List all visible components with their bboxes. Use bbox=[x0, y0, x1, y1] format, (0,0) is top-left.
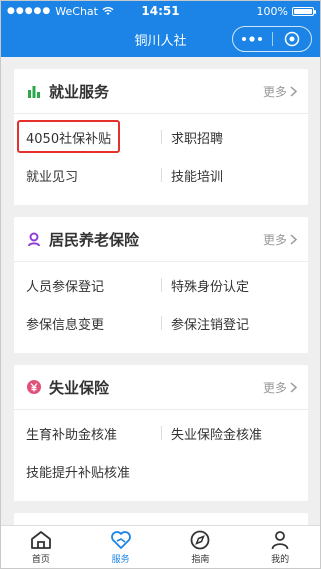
miniprogram-capsule bbox=[232, 26, 312, 52]
service-grid: 生育补助金核准 失业保险金核准 技能提升补贴核准 bbox=[14, 410, 308, 494]
status-bar: ●●●●● WeChat 14:51 100% bbox=[1, 1, 320, 21]
close-miniprogram-button[interactable] bbox=[273, 27, 312, 51]
signal-dots-icon: ●●●●● bbox=[7, 6, 52, 16]
nav-bar: 铜川人社 bbox=[1, 21, 320, 57]
yen-coin-icon bbox=[25, 378, 43, 396]
service-maternity-subsidy[interactable]: 生育补助金核准 bbox=[14, 414, 161, 452]
home-icon bbox=[30, 530, 51, 549]
more-options-button[interactable] bbox=[233, 27, 272, 51]
tab-service[interactable]: 服务 bbox=[81, 526, 161, 568]
carrier-name: WeChat bbox=[55, 4, 98, 18]
section-unemployment-insurance: 失业保险 更多 生育补助金核准 失业保险金核准 技能提升补贴核准 bbox=[14, 365, 308, 501]
app-frame: ●●●●● WeChat 14:51 100% 铜川人社 就业服务 更多 405… bbox=[0, 0, 321, 569]
tab-bar: 首页 服务 指南 我的 bbox=[1, 525, 320, 568]
section-title: 居民养老保险 bbox=[49, 230, 140, 249]
chevron-right-icon bbox=[290, 381, 297, 393]
more-label: 更多 bbox=[262, 84, 287, 99]
status-time: 14:51 bbox=[141, 4, 180, 18]
service-internship[interactable]: 就业见习 bbox=[14, 156, 161, 194]
wifi-icon bbox=[102, 7, 114, 15]
tab-label: 我的 bbox=[271, 554, 290, 565]
battery-icon bbox=[292, 6, 316, 16]
more-label: 更多 bbox=[262, 380, 287, 395]
page-title: 铜川人社 bbox=[134, 33, 187, 49]
person-icon bbox=[25, 230, 43, 248]
section-title: 就业服务 bbox=[49, 82, 110, 101]
section-title: 失业保险 bbox=[49, 378, 110, 397]
tab-label: 首页 bbox=[31, 554, 50, 565]
chevron-right-icon bbox=[290, 233, 297, 245]
bar-chart-icon bbox=[25, 82, 43, 100]
service-job-recruitment[interactable]: 求职招聘 bbox=[161, 118, 308, 156]
section-header: 失业保险 更多 bbox=[14, 365, 308, 410]
service-unemployment-benefit[interactable]: 失业保险金核准 bbox=[161, 414, 308, 452]
service-skill-upgrade-subsidy[interactable]: 技能提升补贴核准 bbox=[14, 452, 161, 490]
service-grid: 人员参保登记 特殊身份认定 参保信息变更 参保注销登记 bbox=[14, 262, 308, 346]
service-info-change[interactable]: 参保信息变更 bbox=[14, 304, 161, 342]
tab-mine[interactable]: 我的 bbox=[240, 526, 320, 568]
main-content[interactable]: 就业服务 更多 4050社保补贴 求职招聘 就业见习 技能培训 居民养老保险 更… bbox=[1, 57, 320, 527]
tab-guide[interactable]: 指南 bbox=[161, 526, 241, 568]
more-dots-icon bbox=[242, 36, 263, 42]
more-link[interactable]: 更多 bbox=[263, 231, 297, 248]
service-enrollment-registration[interactable]: 人员参保登记 bbox=[14, 266, 161, 304]
section-header: 就业服务 更多 bbox=[14, 69, 308, 114]
user-icon bbox=[271, 530, 289, 549]
chevron-right-icon bbox=[290, 85, 297, 97]
heart-hand-icon bbox=[110, 530, 131, 549]
tab-home[interactable]: 首页 bbox=[1, 526, 81, 568]
compass-icon bbox=[190, 530, 210, 549]
service-special-identity[interactable]: 特殊身份认定 bbox=[161, 266, 308, 304]
more-link[interactable]: 更多 bbox=[263, 379, 297, 396]
service-grid: 4050社保补贴 求职招聘 就业见习 技能培训 bbox=[14, 114, 308, 198]
battery-percent: 100% bbox=[256, 4, 288, 18]
service-4050-subsidy[interactable]: 4050社保补贴 bbox=[14, 118, 161, 156]
section-resident-pension: 居民养老保险 更多 人员参保登记 特殊身份认定 参保信息变更 参保注销登记 bbox=[14, 217, 308, 353]
tab-label: 指南 bbox=[191, 554, 210, 565]
target-close-icon bbox=[284, 31, 299, 47]
service-cancellation[interactable]: 参保注销登记 bbox=[161, 304, 308, 342]
service-skill-training[interactable]: 技能培训 bbox=[161, 156, 308, 194]
tab-label: 服务 bbox=[111, 554, 130, 565]
section-header: 居民养老保险 更多 bbox=[14, 217, 308, 262]
more-link[interactable]: 更多 bbox=[263, 83, 297, 100]
section-job-service: 就业服务 更多 4050社保补贴 求职招聘 就业见习 技能培训 bbox=[14, 69, 308, 205]
more-label: 更多 bbox=[262, 232, 287, 247]
